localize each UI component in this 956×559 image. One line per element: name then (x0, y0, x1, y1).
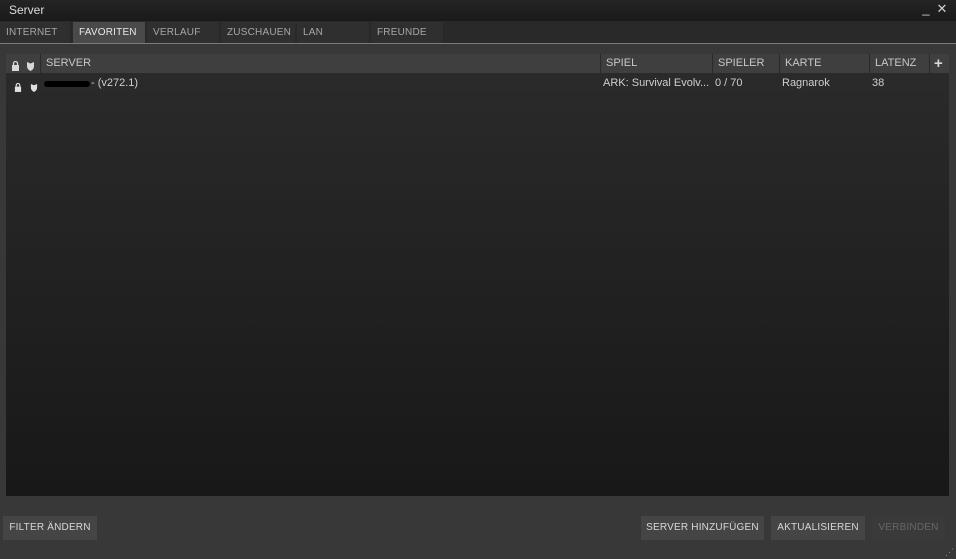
table-header: SERVER SPIEL SPIELER KARTE LATENZ + (6, 54, 949, 73)
server-list: SERVER SPIEL SPIELER KARTE LATENZ + - (v… (6, 54, 949, 496)
row-lock-icon (14, 79, 22, 97)
window-title: Server (9, 3, 45, 17)
close-icon[interactable]: ✕ (935, 1, 949, 17)
connect-button[interactable]: VERBINDEN (872, 516, 945, 540)
add-column-button[interactable]: + (929, 54, 949, 73)
tab-freunde[interactable]: FREUNDE (371, 22, 443, 43)
redacted-server-name (44, 81, 90, 87)
tab-bar: INTERNET FAVORITEN VERLAUF ZUSCHAUEN LAN… (0, 21, 956, 44)
tab-favoriten[interactable]: FAVORITEN (73, 22, 145, 43)
tab-lan[interactable]: LAN (297, 22, 369, 43)
column-game[interactable]: SPIEL (600, 54, 712, 73)
server-name: - (v272.1) (91, 77, 139, 89)
tab-divider (0, 43, 956, 44)
resize-grip-icon[interactable]: ⋰ (945, 547, 954, 558)
tab-zuschauen[interactable]: ZUSCHAUEN (221, 22, 295, 43)
column-server[interactable]: SERVER (40, 54, 600, 73)
row-shield-icon (30, 79, 38, 97)
player-count: 0 / 70 (715, 77, 743, 89)
tab-internet[interactable]: INTERNET (0, 22, 70, 43)
tab-verlauf[interactable]: VERLAUF (147, 22, 219, 43)
refresh-button[interactable]: AKTUALISIEREN (771, 516, 865, 540)
column-players[interactable]: SPIELER (712, 54, 779, 73)
map-name: Ragnarok (782, 77, 830, 89)
game-name: ARK: Survival Evolv... (603, 77, 710, 89)
table-row[interactable]: - (v272.1) ARK: Survival Evolv... 0 / 70… (6, 74, 949, 93)
minimize-icon[interactable]: _ (919, 1, 933, 17)
title-bar: Server _ ✕ (0, 0, 956, 21)
column-map[interactable]: KARTE (779, 54, 869, 73)
column-latency[interactable]: LATENZ (869, 54, 929, 73)
add-server-button[interactable]: SERVER HINZUFÜGEN (641, 516, 764, 540)
change-filter-button[interactable]: FILTER ÄNDERN (3, 516, 97, 540)
latency-value: 38 (872, 77, 885, 89)
